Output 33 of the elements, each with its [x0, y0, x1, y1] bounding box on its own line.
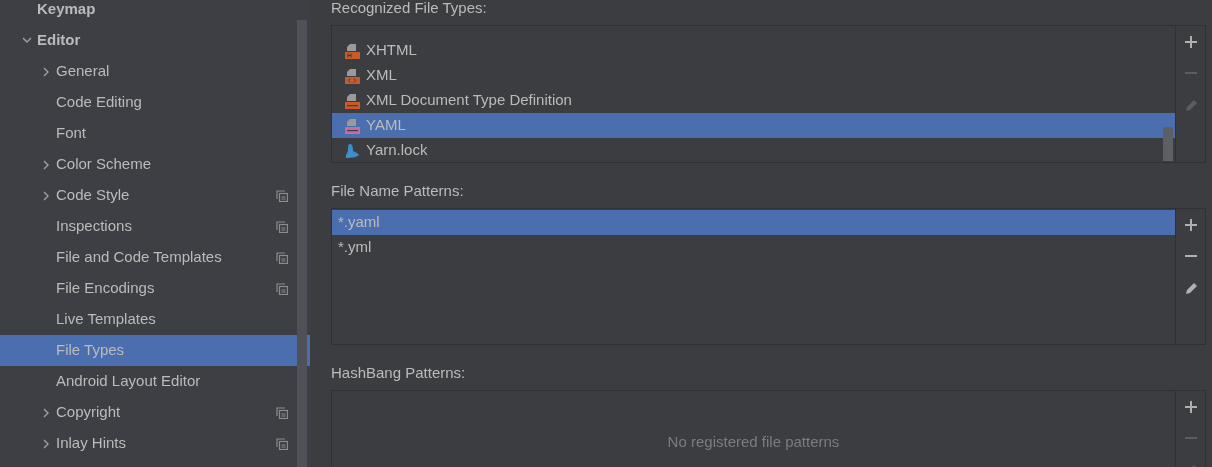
file-type-row[interactable]: XHTML: [332, 38, 1175, 63]
scrollbar[interactable]: [297, 20, 307, 467]
tree-item[interactable]: File Encodings: [0, 273, 310, 304]
edit-button[interactable]: [1183, 280, 1198, 294]
section-label: File Name Patterns:: [331, 181, 465, 201]
file-type-row[interactable]: Yarn.lock: [332, 138, 1175, 162]
section-label: HashBang Patterns:: [331, 363, 467, 383]
tree-item[interactable]: Font: [0, 118, 310, 149]
tree-item[interactable]: Code Editing: [0, 87, 310, 118]
tree-item[interactable]: Editor: [0, 25, 310, 56]
tree-item[interactable]: Color Scheme: [0, 149, 310, 180]
tree-item[interactable]: Android Layout Editor: [0, 366, 310, 397]
add-button[interactable]: [1183, 400, 1198, 414]
tree-item[interactable]: Code Style: [0, 180, 310, 211]
tree-item[interactable]: Inlay Hints: [0, 428, 310, 459]
add-button[interactable]: [1183, 35, 1198, 49]
tree-item[interactable]: General: [0, 56, 310, 87]
file-type-row[interactable]: XML: [332, 63, 1175, 88]
add-button[interactable]: [1183, 218, 1198, 232]
tree-item[interactable]: Copyright: [0, 397, 310, 428]
empty-message: No registered file patterns: [667, 432, 840, 451]
section-label: Recognized File Types:: [331, 0, 488, 18]
pattern-row[interactable]: *.yml: [332, 235, 1175, 260]
file-type-icon: [344, 92, 360, 109]
file-type-row[interactable]: XML Document Type Definition: [332, 88, 1175, 113]
tree-item[interactable]: Live Templates: [0, 304, 310, 335]
scrollbar[interactable]: [1163, 127, 1173, 161]
file-type-icon: [344, 117, 360, 134]
tree-item[interactable]: File and Code Templates: [0, 242, 310, 273]
tree-item[interactable]: Inspections: [0, 211, 310, 242]
file-type-icon: [344, 42, 360, 59]
file-type-icon: [344, 67, 360, 84]
tree-item[interactable]: Keymap: [0, 0, 310, 25]
